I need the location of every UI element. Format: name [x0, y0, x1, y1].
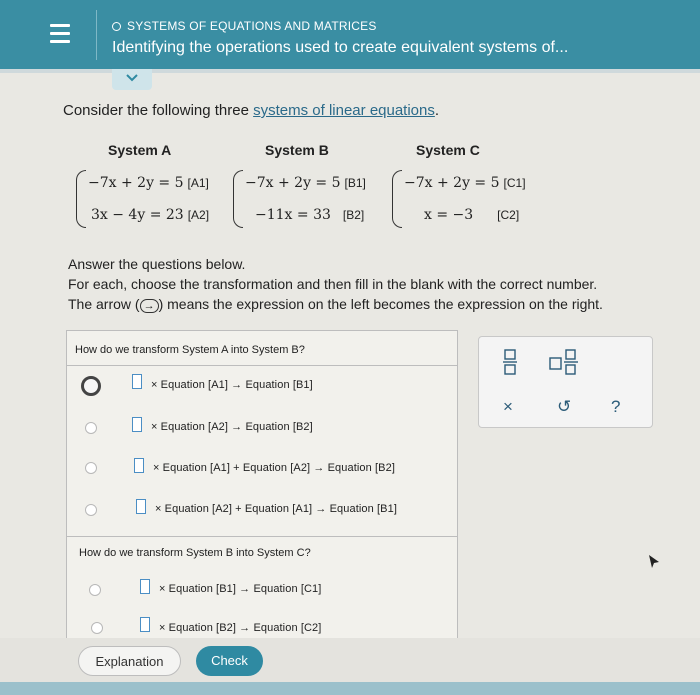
- mixed-number-icon[interactable]: [549, 349, 579, 375]
- system-b-brace: [233, 170, 243, 228]
- lesson-title: Identifying the operations used to creat…: [112, 39, 569, 56]
- q1-option-1-radio[interactable]: [81, 376, 101, 396]
- equation-a2-tag: [A2]: [187, 208, 210, 222]
- q1-option-4-blank[interactable]: [136, 499, 146, 514]
- problem-prompt: Consider the following three systems of …: [63, 102, 439, 119]
- equation-a1-expr: −7x + 2y = 5: [88, 175, 184, 191]
- clear-icon[interactable]: ×: [503, 397, 513, 417]
- instructions-line-2: For each, choose the transformation and …: [68, 276, 598, 292]
- systems-link[interactable]: systems of linear equations: [253, 102, 435, 119]
- header-stripe: [0, 69, 700, 73]
- topic-label: SYSTEMS OF EQUATIONS AND MATRICES: [127, 19, 377, 33]
- mouse-cursor-icon: [649, 555, 659, 568]
- instructions-line-3: The arrow (→) means the expression on th…: [68, 294, 603, 314]
- equation-c1: −7x + 2y = 5 [C1]: [404, 175, 526, 191]
- q1-option-3-blank[interactable]: [134, 458, 144, 473]
- q1-option-3-radio[interactable]: [85, 462, 97, 474]
- equation-b2-expr: −11x = 33: [255, 207, 331, 223]
- check-button[interactable]: Check: [196, 646, 263, 676]
- instructions-line-1: Answer the questions below.: [68, 256, 246, 272]
- question-1-separator: [67, 365, 457, 366]
- equation-b1: −7x + 2y = 5 [B1]: [245, 175, 366, 191]
- prompt-text: Consider the following three: [63, 102, 254, 119]
- equation-b1-expr: −7x + 2y = 5: [245, 175, 341, 191]
- help-icon[interactable]: ?: [611, 397, 620, 417]
- topic-circle-icon: [112, 21, 121, 31]
- equation-b2: −11x = 33 [B2]: [255, 207, 364, 223]
- menu-icon[interactable]: [50, 24, 70, 44]
- equation-a2-expr: 3x − 4y = 23: [91, 207, 184, 223]
- equation-b1-tag: [B1]: [344, 176, 366, 190]
- fraction-icon[interactable]: [503, 349, 517, 375]
- topic-row[interactable]: SYSTEMS OF EQUATIONS AND MATRICES: [112, 18, 377, 34]
- math-toolbox: × ↺ ?: [478, 336, 653, 428]
- q2-option-1-text: × Equation [B1] → Equation [C1]: [159, 583, 322, 595]
- q1-option-2-text: × Equation [A2] → Equation [B2]: [151, 421, 313, 433]
- chevron-down-icon: [126, 74, 138, 82]
- equation-b2-tag: [B2]: [342, 208, 365, 222]
- equation-c2-tag: [C2]: [497, 208, 520, 222]
- equation-c1-expr: −7x + 2y = 5: [404, 175, 500, 191]
- q1-option-3-text: × Equation [A1] + Equation [A2] → Equati…: [153, 462, 395, 474]
- q2-option-2-text: × Equation [B2] → Equation [C2]: [159, 622, 322, 634]
- prompt-period: .: [434, 102, 440, 119]
- q1-option-2-blank[interactable]: [132, 417, 142, 432]
- question-panel: How do we transform System A into System…: [66, 330, 458, 641]
- collapse-tab[interactable]: [112, 69, 152, 90]
- system-c-title: System C: [416, 142, 480, 158]
- system-a-title: System A: [108, 142, 172, 158]
- question-1-prompt: How do we transform System A into System…: [75, 344, 305, 356]
- equation-c2-expr: x = −3: [424, 207, 474, 223]
- instructions-line-3-start: The arrow (: [68, 296, 140, 312]
- question-2-prompt: How do we transform System B into System…: [79, 547, 311, 559]
- q2-option-2-blank[interactable]: [140, 617, 150, 632]
- equation-c1-tag: [C1]: [503, 176, 526, 190]
- q2-option-1-blank[interactable]: [140, 579, 150, 594]
- system-b-title: System B: [265, 142, 329, 158]
- top-bar: SYSTEMS OF EQUATIONS AND MATRICES Identi…: [0, 0, 700, 69]
- header-divider: [96, 10, 97, 60]
- equation-a1-tag: [A1]: [187, 176, 209, 190]
- footer-strip: [0, 682, 700, 695]
- question-2-separator: [67, 536, 457, 537]
- explanation-button[interactable]: Explanation: [78, 646, 181, 676]
- system-a-brace: [76, 170, 86, 228]
- q1-option-1-blank[interactable]: [132, 374, 142, 389]
- equation-c2: x = −3 [C2]: [424, 207, 519, 223]
- system-c-brace: [392, 170, 402, 228]
- q1-option-4-text: × Equation [A2] + Equation [A1] → Equati…: [155, 503, 397, 515]
- q2-option-2-radio[interactable]: [91, 622, 103, 634]
- instructions-line-3-end: ) means the expression on the left becom…: [158, 296, 603, 312]
- q1-option-2-radio[interactable]: [85, 422, 97, 434]
- undo-icon[interactable]: ↺: [557, 397, 571, 417]
- arrow-icon: →: [139, 299, 159, 313]
- equation-a2: 3x − 4y = 23 [A2]: [91, 207, 209, 223]
- q1-option-4-radio[interactable]: [85, 504, 97, 516]
- instructions: Answer the questions below. For each, ch…: [68, 254, 603, 314]
- q2-option-1-radio[interactable]: [89, 584, 101, 596]
- equation-a1: −7x + 2y = 5 [A1]: [88, 175, 209, 191]
- q1-option-1-text: × Equation [A1] → Equation [B1]: [151, 379, 313, 391]
